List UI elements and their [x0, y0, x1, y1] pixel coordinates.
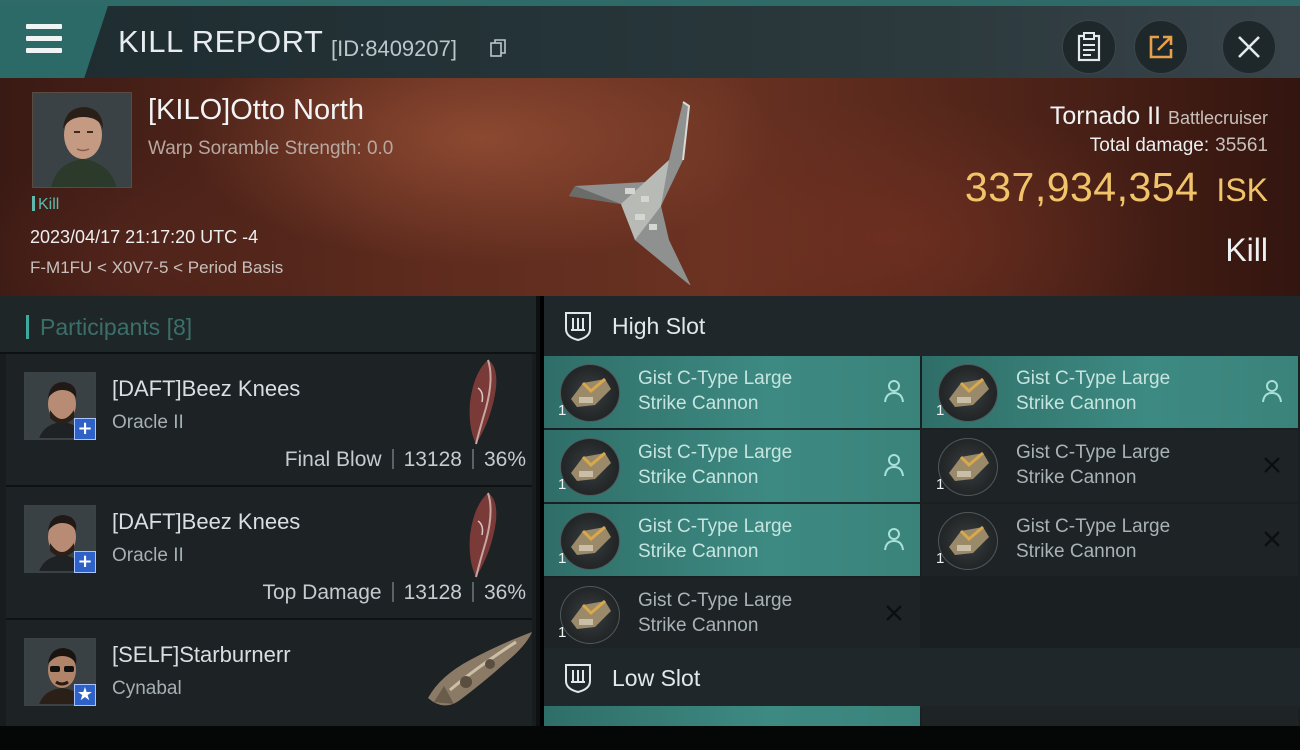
share-icon — [1149, 35, 1173, 59]
victim-portrait[interactable] — [32, 92, 132, 188]
participant-row[interactable]: + [DAFT]Beez Knees Oracle II Final Blow 1… — [6, 354, 532, 487]
destroyed-icon — [1264, 457, 1280, 473]
cannon-icon — [560, 364, 620, 422]
dropped-pilot-icon — [884, 380, 904, 403]
victim-ship-class: Battlecruiser — [1167, 108, 1268, 128]
victim-ship-image[interactable] — [565, 90, 725, 285]
total-damage: Total damage: 35561 — [1089, 135, 1268, 156]
victim-banner: [KILO]Otto North Warp Soramble Strength:… — [0, 78, 1300, 296]
high-slot-header: High Slot — [544, 296, 1300, 356]
participant-name: [DAFT]Beez Knees — [112, 509, 301, 534]
cannon-icon — [560, 512, 620, 570]
victim-name[interactable]: [KILO]Otto North — [148, 94, 364, 127]
module-slot[interactable]: 1 Gist C-Type Large Strike Cannon — [922, 430, 1298, 502]
module-name: Gist C-Type Large Strike Cannon — [638, 368, 793, 414]
dropped-pilot-icon — [884, 528, 904, 551]
corp-badge: ★ — [74, 684, 96, 706]
page-title: KILL REPORT — [118, 24, 324, 59]
module-slot-partial[interactable] — [922, 706, 1298, 726]
module-name: Gist C-Type Large Strike Cannon — [638, 590, 793, 636]
clipboard-icon — [1077, 32, 1101, 62]
participant-name: [DAFT]Beez Knees — [112, 376, 301, 401]
victim-ship-name[interactable]: Tornado II Battlecruiser — [1050, 102, 1268, 131]
copy-icon[interactable] — [490, 39, 506, 57]
destroyed-icon — [886, 605, 902, 621]
destroyed-icon — [1264, 531, 1280, 547]
kill-location[interactable]: F-M1FU < X0V7-5 < Period Basis — [30, 258, 283, 278]
high-slot-icon — [565, 312, 591, 342]
module-slot[interactable]: 1 Gist C-Type Large Strike Cannon — [922, 504, 1298, 576]
module-name: Gist C-Type Large Strike Cannon — [1016, 516, 1171, 562]
cannon-icon — [938, 438, 998, 496]
module-name: Gist C-Type Large Strike Cannon — [1016, 368, 1171, 414]
cannon-icon — [938, 512, 998, 570]
participants-panel: Participants [8] + [DAFT]Beez Knees Orac… — [0, 296, 540, 750]
dropped-pilot-icon — [1262, 380, 1282, 403]
close-icon — [1238, 36, 1260, 58]
module-name: Gist C-Type Large Strike Cannon — [638, 516, 793, 562]
participant-ship-image — [428, 632, 532, 706]
module-slot-partial[interactable] — [544, 706, 920, 726]
kill-tag: Kill — [32, 196, 59, 214]
close-button[interactable] — [1222, 20, 1276, 74]
module-name: Gist C-Type Large Strike Cannon — [638, 442, 793, 488]
warp-strength: Warp Soramble Strength: 0.0 — [148, 138, 394, 159]
module-slot[interactable]: 1 Gist C-Type Large Strike Cannon — [544, 504, 920, 576]
kill-result: Kill — [1225, 232, 1268, 268]
dropped-pilot-icon — [884, 454, 904, 477]
clipboard-button[interactable] — [1062, 20, 1116, 74]
participant-ship: Oracle II — [112, 545, 184, 566]
menu-button[interactable] — [0, 6, 108, 78]
bottom-edge — [0, 726, 1300, 750]
fitting-panel: High Slot 1 Gist C-Type Large Strike Cann… — [544, 296, 1300, 726]
low-slot-header: Low Slot — [544, 648, 1300, 708]
low-slot-icon — [565, 664, 591, 694]
menu-icon — [26, 24, 62, 54]
participant-stats: Final Blow 13128 36% — [284, 448, 526, 471]
module-name: Gist C-Type Large Strike Cannon — [1016, 442, 1171, 488]
participant-ship-image — [469, 359, 497, 445]
cannon-icon — [938, 364, 998, 422]
module-slot[interactable]: 1 Gist C-Type Large Strike Cannon — [544, 356, 920, 428]
participant-row[interactable]: + [DAFT]Beez Knees Oracle II Top Damage 1… — [6, 487, 532, 620]
title-bar: KILL REPORT [ID:8409207] — [0, 0, 1300, 78]
participant-ship: Oracle II — [112, 412, 184, 433]
module-slot[interactable]: 1 Gist C-Type Large Strike Cannon — [544, 578, 920, 650]
participant-ship: Cynabal — [112, 678, 182, 699]
corp-badge: + — [74, 551, 96, 573]
isk-value: 337,934,354 ISK — [964, 164, 1268, 210]
participant-name: [SELF]Starburnerr — [112, 642, 291, 667]
cannon-icon — [560, 586, 620, 644]
participant-ship-image — [469, 492, 497, 578]
participants-header: Participants [8] — [0, 296, 536, 354]
kill-date: 2023/04/17 21:17:20 UTC -4 — [30, 227, 259, 247]
participant-stats: Top Damage 13128 36% — [262, 581, 526, 604]
module-slot[interactable]: 1 Gist C-Type Large Strike Cannon — [544, 430, 920, 502]
kill-id: [ID:8409207] — [331, 36, 457, 61]
cannon-icon — [560, 438, 620, 496]
corp-badge: + — [74, 418, 96, 440]
share-button[interactable] — [1134, 20, 1188, 74]
module-slot[interactable]: 1 Gist C-Type Large Strike Cannon — [922, 356, 1298, 428]
